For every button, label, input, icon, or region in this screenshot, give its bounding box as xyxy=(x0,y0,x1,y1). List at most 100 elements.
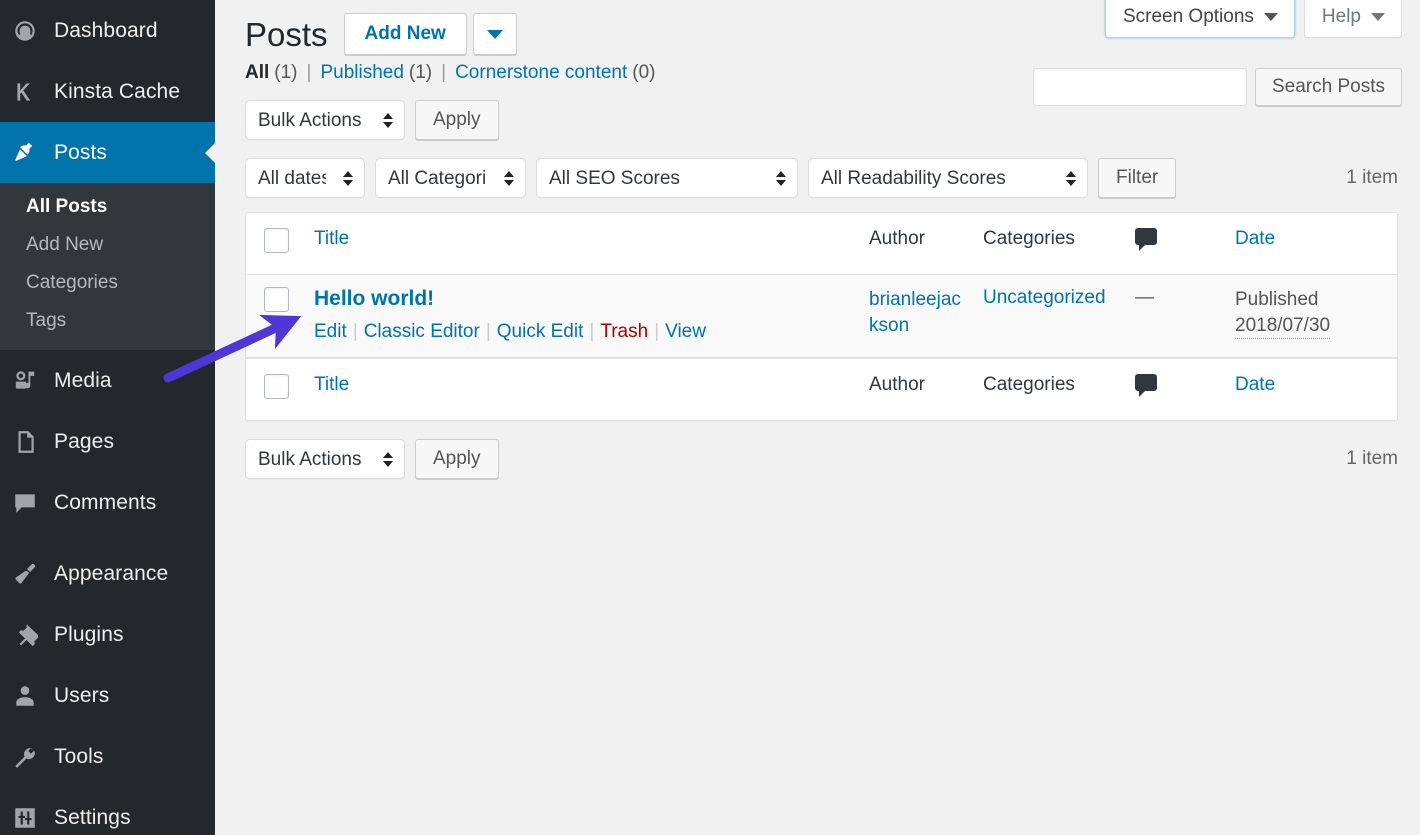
readability-score-filter-select[interactable]: All Readability Scores xyxy=(808,158,1088,198)
sidebar-item-pages[interactable]: Pages xyxy=(0,411,215,472)
sidebar-item-label: Appearance xyxy=(48,562,168,586)
column-header-title-link[interactable]: Title xyxy=(314,228,349,249)
bulk-actions-select-wrap: Bulk Actions xyxy=(245,100,405,140)
add-new-dropdown-toggle[interactable] xyxy=(473,13,517,55)
sidebar-item-media[interactable]: Media xyxy=(0,350,215,411)
row-action-divider: | xyxy=(589,321,594,342)
submenu-item-categories[interactable]: Categories xyxy=(0,264,215,302)
bulk-actions-select-bottom[interactable]: Bulk Actions xyxy=(245,439,405,479)
apply-button-top[interactable]: Apply xyxy=(415,100,499,140)
comment-bubble-icon xyxy=(1135,374,1157,391)
seo-score-filter-select[interactable]: All SEO Scores xyxy=(536,158,798,198)
view-published[interactable]: Published (1) xyxy=(320,62,432,84)
sidebar-item-comments[interactable]: Comments xyxy=(0,472,215,533)
category-filter-wrap: All Categories xyxy=(375,158,526,198)
view-all[interactable]: All(1) xyxy=(245,62,298,84)
view-cornerstone-count: (0) xyxy=(632,62,655,83)
column-footer-title[interactable]: Title xyxy=(304,358,859,420)
submenu-item-all-posts[interactable]: All Posts xyxy=(0,188,215,226)
media-icon xyxy=(12,368,48,394)
view-separator: | xyxy=(441,62,446,84)
screen-options-label: Screen Options xyxy=(1123,6,1254,28)
row-category-link[interactable]: Uncategorized xyxy=(983,287,1106,308)
posts-table-foot: Title Author Categories Date xyxy=(246,358,1397,420)
dashboard-icon xyxy=(12,18,48,44)
select-all-header xyxy=(246,213,304,275)
row-date-status: Published xyxy=(1235,287,1387,313)
sidebar-item-users[interactable]: Users xyxy=(0,665,215,726)
sidebar-item-label: Settings xyxy=(48,806,131,830)
row-action-trash[interactable]: Trash xyxy=(600,321,648,342)
row-action-divider: | xyxy=(654,321,659,342)
sidebar-item-appearance[interactable]: Appearance xyxy=(0,543,215,604)
view-published-link[interactable]: Published xyxy=(320,62,403,83)
column-footer-author: Author xyxy=(859,358,973,420)
category-filter-select[interactable]: All Categories xyxy=(375,158,526,198)
row-author-cell: brianleejackson xyxy=(859,275,973,358)
sidebar-item-dashboard[interactable]: Dashboard xyxy=(0,0,215,61)
sidebar-item-label: Users xyxy=(48,684,109,708)
help-button[interactable]: Help xyxy=(1304,0,1402,38)
column-header-date-link[interactable]: Date xyxy=(1235,228,1275,249)
row-action-view[interactable]: View xyxy=(665,321,706,342)
view-all-link[interactable]: All xyxy=(245,62,269,83)
column-footer-date-link[interactable]: Date xyxy=(1235,374,1275,395)
view-cornerstone[interactable]: Cornerstone content(0) xyxy=(455,62,655,84)
submenu-item-label: Add New xyxy=(26,234,103,255)
screen-meta-links: Screen Options Help xyxy=(1105,0,1402,38)
date-filter-select[interactable]: All dates xyxy=(245,158,365,198)
sidebar-item-posts[interactable]: Posts xyxy=(0,122,215,183)
submenu-item-add-new[interactable]: Add New xyxy=(0,226,215,264)
table-row: Hello world! Edit|Classic Editor|Quick E… xyxy=(246,275,1397,358)
row-action-divider: | xyxy=(486,321,491,342)
add-new-button[interactable]: Add New xyxy=(344,13,467,55)
table-header-row: Title Author Categories Date xyxy=(246,213,1397,275)
select-all-checkbox-top[interactable] xyxy=(264,228,289,253)
sidebar-item-kinsta-cache[interactable]: Kinsta Cache xyxy=(0,61,215,122)
plug-icon xyxy=(12,622,48,648)
sliders-icon xyxy=(12,805,48,831)
help-label: Help xyxy=(1322,6,1361,28)
column-footer-date[interactable]: Date xyxy=(1225,358,1397,420)
view-cornerstone-link[interactable]: Cornerstone content xyxy=(455,62,627,83)
sidebar-item-label: Dashboard xyxy=(48,19,158,43)
tablenav-top-bulk: Bulk Actions Apply xyxy=(245,98,1398,142)
filter-button[interactable]: Filter xyxy=(1098,158,1176,198)
sidebar-item-label: Tools xyxy=(48,745,104,769)
date-filter-wrap: All dates xyxy=(245,158,365,198)
select-all-checkbox-bottom[interactable] xyxy=(264,374,289,399)
row-comments-count: — xyxy=(1135,287,1154,308)
row-action-quick-edit[interactable]: Quick Edit xyxy=(497,321,584,342)
column-header-comments[interactable] xyxy=(1125,213,1225,275)
sidebar-item-settings[interactable]: Settings xyxy=(0,787,215,835)
sidebar-item-tools[interactable]: Tools xyxy=(0,726,215,787)
bulk-actions-select-wrap-bottom: Bulk Actions xyxy=(245,439,405,479)
row-title-cell: Hello world! Edit|Classic Editor|Quick E… xyxy=(304,275,859,358)
row-author-link[interactable]: brianleejackson xyxy=(869,289,961,336)
row-date-cell: Published 2018/07/30 xyxy=(1225,275,1397,358)
posts-table: Title Author Categories Date xyxy=(245,212,1398,421)
row-title-link[interactable]: Hello world! xyxy=(314,287,434,311)
submenu-item-tags[interactable]: Tags xyxy=(0,302,215,340)
row-action-divider: | xyxy=(353,321,358,342)
sidebar-item-plugins[interactable]: Plugins xyxy=(0,604,215,665)
sidebar-item-label: Media xyxy=(48,369,112,393)
column-header-author: Author xyxy=(859,213,973,275)
bulk-actions-select-top[interactable]: Bulk Actions xyxy=(245,100,405,140)
kinsta-k-icon xyxy=(12,79,48,105)
column-header-title[interactable]: Title xyxy=(304,213,859,275)
sidebar-item-label: Plugins xyxy=(48,623,124,647)
screen-options-button[interactable]: Screen Options xyxy=(1105,0,1295,38)
column-header-date[interactable]: Date xyxy=(1225,213,1397,275)
row-select-checkbox[interactable] xyxy=(264,287,289,312)
column-footer-title-link[interactable]: Title xyxy=(314,374,349,395)
view-published-count: (1) xyxy=(409,62,432,83)
apply-button-bottom[interactable]: Apply xyxy=(415,439,499,479)
row-comments-cell: — xyxy=(1125,275,1225,358)
submenu-item-label: All Posts xyxy=(26,196,107,217)
column-footer-comments[interactable] xyxy=(1125,358,1225,420)
sidebar-item-label: Kinsta Cache xyxy=(48,80,180,104)
posts-submenu: All Posts Add New Categories Tags xyxy=(0,183,215,350)
row-action-classic-editor[interactable]: Classic Editor xyxy=(364,321,480,342)
row-action-edit[interactable]: Edit xyxy=(314,321,347,342)
